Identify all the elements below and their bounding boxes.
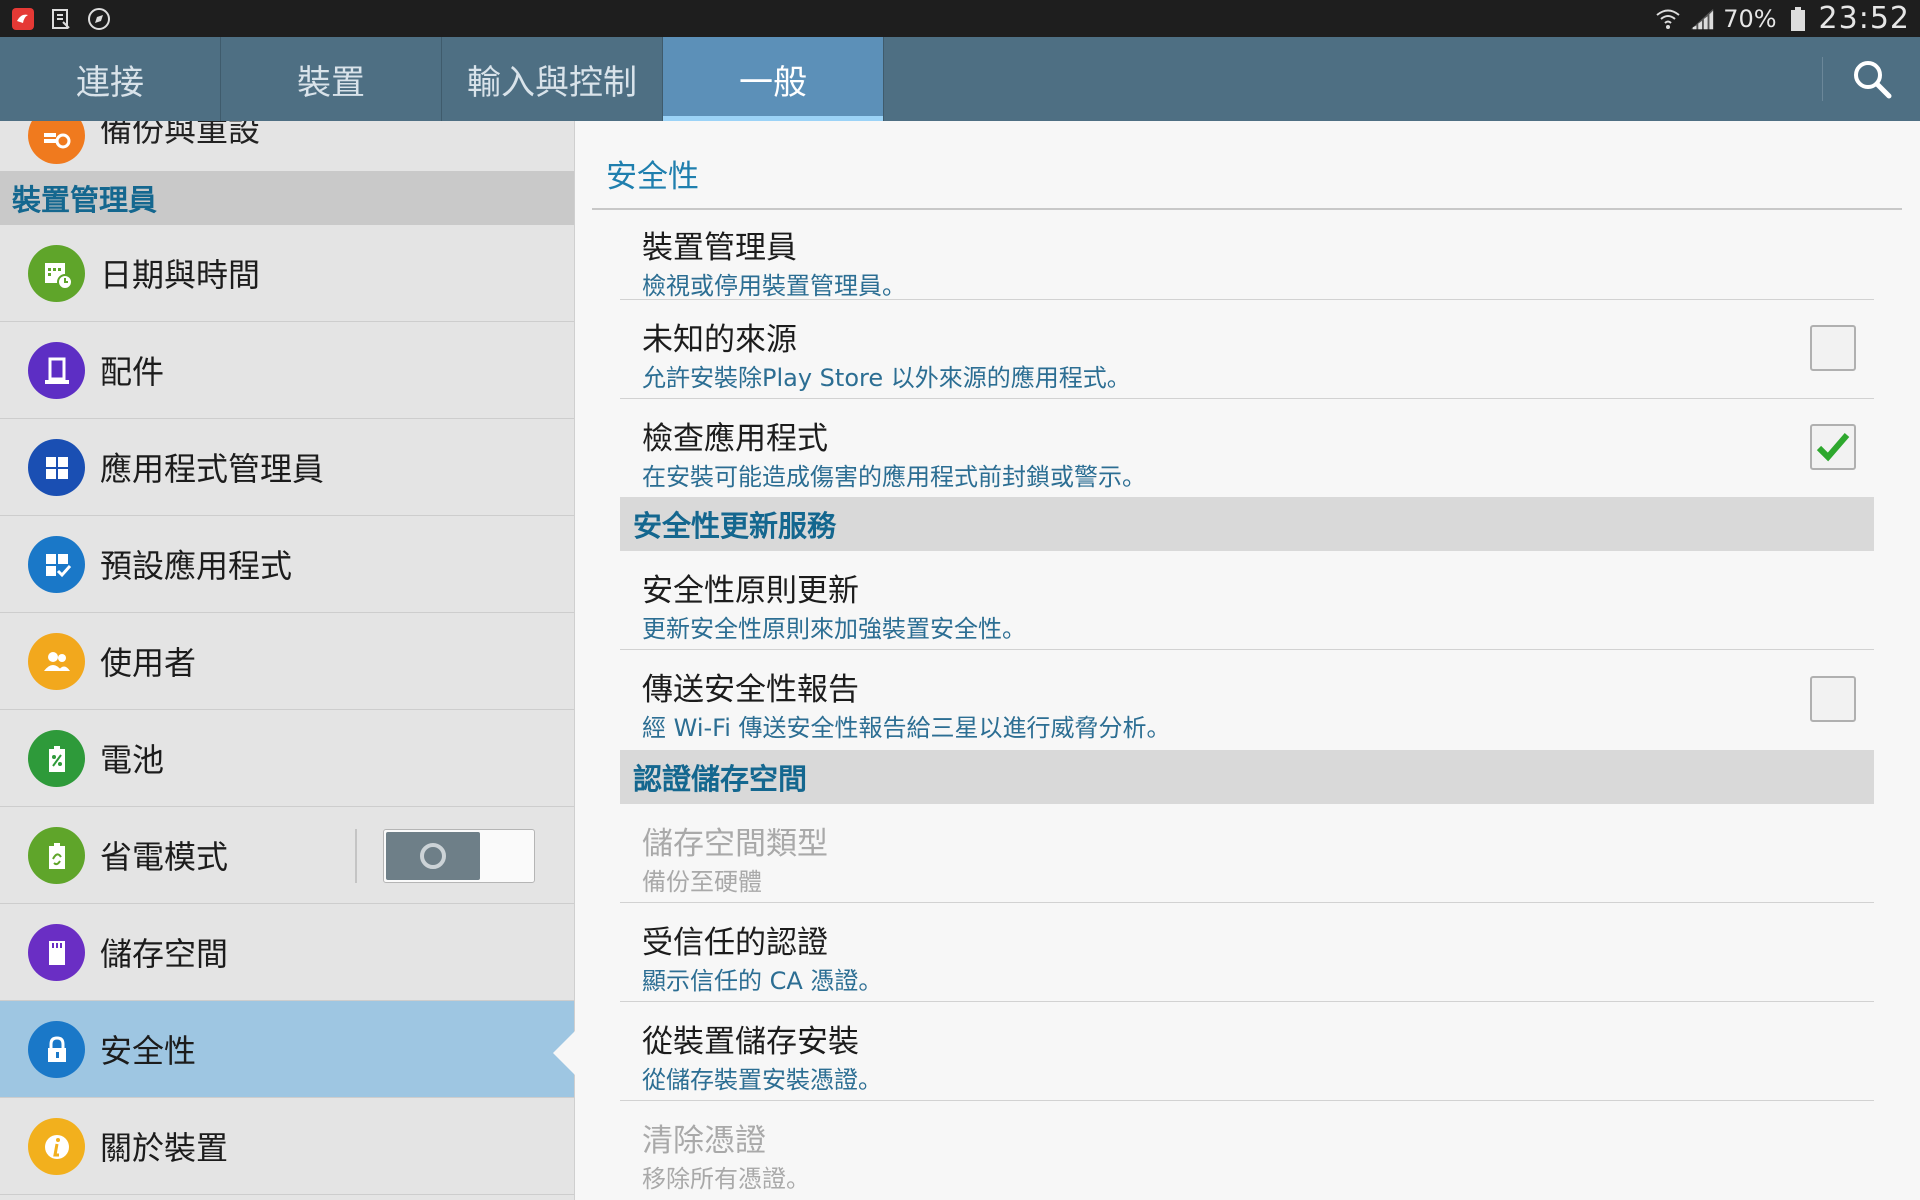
info-icon <box>28 1118 85 1175</box>
setting-subtitle: 檢視或停用裝置管理員。 <box>642 272 906 300</box>
setting-storage-type: 儲存空間類型 備份至硬體 <box>620 804 1874 903</box>
unknown-sources-checkbox[interactable] <box>1810 325 1856 371</box>
battery-percent-icon <box>28 730 85 787</box>
notification-mail-icon <box>48 6 74 32</box>
setting-title: 清除憑證 <box>642 1123 766 1159</box>
sidebar-item-label: 儲存空間 <box>100 935 229 973</box>
tab-general[interactable]: 一般 <box>663 37 884 121</box>
sidebar-item-application-manager[interactable]: 應用程式管理員 <box>0 419 574 516</box>
sidebar-item-label: 備份與重設 <box>100 121 261 149</box>
sidebar-item-power-saving[interactable]: 省電模式 <box>0 807 574 904</box>
power-saving-toggle[interactable] <box>383 829 535 883</box>
setting-title: 安全性原則更新 <box>642 573 859 609</box>
toggle-divider <box>355 829 357 883</box>
search-button[interactable] <box>1822 57 1920 101</box>
setting-title: 裝置管理員 <box>642 230 797 266</box>
status-bar-system: 70% 23:52 <box>1655 1 1910 36</box>
sidebar-item-label: 省電模式 <box>100 838 229 876</box>
sidebar-item-label: 日期與時間 <box>100 256 261 294</box>
tab-connections[interactable]: 連接 <box>0 37 221 121</box>
sidebar-section-device-manager: 裝置管理員 <box>0 171 574 225</box>
wifi-icon <box>1655 6 1681 32</box>
sidebar-item-date-time[interactable]: 日期與時間 <box>0 225 574 322</box>
setting-subtitle: 從儲存裝置安裝憑證。 <box>642 1066 882 1094</box>
selection-pointer <box>553 1031 575 1075</box>
sidebar-item-accessory[interactable]: 配件 <box>0 322 574 419</box>
sidebar-item-label: 配件 <box>100 353 165 391</box>
calendar-clock-icon <box>28 245 85 302</box>
setting-clear-credentials: 清除憑證 移除所有憑證。 <box>620 1101 1874 1200</box>
setting-subtitle: 在安裝可能造成傷害的應用程式前封鎖或警示。 <box>642 463 1146 491</box>
backup-icon <box>28 121 85 164</box>
sidebar-item-security[interactable]: 安全性 <box>0 1001 574 1098</box>
detail-panel: 安全性 裝置管理員 檢視或停用裝置管理員。 未知的來源 允許安裝除Play St… <box>576 121 1920 1200</box>
sidebar-item-label: 關於裝置 <box>100 1129 229 1167</box>
tab-spacer <box>884 37 1822 121</box>
setting-subtitle: 經 Wi-Fi 傳送安全性報告給三星以進行威脅分析。 <box>642 714 1171 742</box>
grid-icon <box>28 439 85 496</box>
app-flipboard-icon <box>10 6 36 32</box>
power-saving-icon <box>28 827 85 884</box>
sidebar-item-backup-reset[interactable]: 備份與重設 <box>0 121 574 171</box>
setting-title: 傳送安全性報告 <box>642 672 859 708</box>
sidebar-item-label: 安全性 <box>100 1032 197 1070</box>
page-title: 安全性 <box>606 159 699 195</box>
verify-apps-checkbox[interactable] <box>1810 424 1856 470</box>
section-credential-storage: 認證儲存空間 <box>620 750 1874 804</box>
setting-unknown-sources[interactable]: 未知的來源 允許安裝除Play Store 以外來源的應用程式。 <box>620 300 1874 399</box>
accessory-icon <box>28 342 85 399</box>
status-bar-notifications <box>10 6 112 32</box>
compass-icon <box>86 6 112 32</box>
setting-install-from-storage[interactable]: 從裝置儲存安裝 從儲存裝置安裝憑證。 <box>620 1002 1874 1101</box>
setting-title: 受信任的認證 <box>642 925 828 961</box>
checkmark-icon <box>1816 433 1850 462</box>
sidebar-item-users[interactable]: 使用者 <box>0 613 574 710</box>
settings-tab-bar: 連接 裝置 輸入與控制 一般 <box>0 37 1920 121</box>
setting-trusted-credentials[interactable]: 受信任的認證 顯示信任的 CA 憑證。 <box>620 903 1874 1002</box>
sidebar-item-battery[interactable]: 電池 <box>0 710 574 807</box>
setting-title: 從裝置儲存安裝 <box>642 1024 859 1060</box>
battery-percent: 70% <box>1723 4 1777 33</box>
sidebar-item-label: 電池 <box>100 741 165 779</box>
clock: 23:52 <box>1818 1 1910 36</box>
tab-device[interactable]: 裝置 <box>221 37 442 121</box>
setting-security-policy-updates[interactable]: 安全性原則更新 更新安全性原則來加強裝置安全性。 <box>620 551 1874 650</box>
sidebar-item-storage[interactable]: 儲存空間 <box>0 904 574 1001</box>
setting-send-security-reports[interactable]: 傳送安全性報告 經 Wi-Fi 傳送安全性報告給三星以進行威脅分析。 <box>620 650 1874 749</box>
sidebar-item-label: 預設應用程式 <box>100 547 293 585</box>
tab-input-control[interactable]: 輸入與控制 <box>442 37 663 121</box>
setting-title: 儲存空間類型 <box>642 826 828 862</box>
setting-title: 檢查應用程式 <box>642 421 828 457</box>
setting-subtitle: 更新安全性原則來加強裝置安全性。 <box>642 615 1026 643</box>
sidebar-item-default-apps[interactable]: 預設應用程式 <box>0 516 574 613</box>
search-icon <box>1853 61 1891 99</box>
sidebar-item-about-device[interactable]: 關於裝置 <box>0 1098 574 1195</box>
sd-card-icon <box>28 924 85 981</box>
setting-subtitle: 移除所有憑證。 <box>642 1165 810 1193</box>
status-bar: 70% 23:52 <box>0 0 1920 37</box>
toggle-thumb <box>386 832 480 880</box>
setting-verify-apps[interactable]: 檢查應用程式 在安裝可能造成傷害的應用程式前封鎖或警示。 <box>620 399 1874 498</box>
setting-subtitle: 備份至硬體 <box>642 868 762 896</box>
lock-icon <box>28 1021 85 1078</box>
send-security-reports-checkbox[interactable] <box>1810 676 1856 722</box>
grid-check-icon <box>28 536 85 593</box>
setting-title: 未知的來源 <box>642 322 797 358</box>
sidebar: 備份與重設 裝置管理員 日期與時間 配件 應用程式管理員 預設應用程式 使用者 <box>0 121 575 1200</box>
setting-subtitle: 顯示信任的 CA 憑證。 <box>642 967 883 995</box>
signal-icon <box>1689 6 1715 32</box>
battery-icon <box>1785 6 1811 32</box>
section-security-update-service: 安全性更新服務 <box>620 497 1874 551</box>
sidebar-item-label: 應用程式管理員 <box>100 450 325 488</box>
sidebar-item-label: 使用者 <box>100 644 197 682</box>
setting-device-administrators[interactable]: 裝置管理員 檢視或停用裝置管理員。 <box>620 210 1874 300</box>
users-icon <box>28 633 85 690</box>
setting-subtitle: 允許安裝除Play Store 以外來源的應用程式。 <box>642 364 1131 392</box>
